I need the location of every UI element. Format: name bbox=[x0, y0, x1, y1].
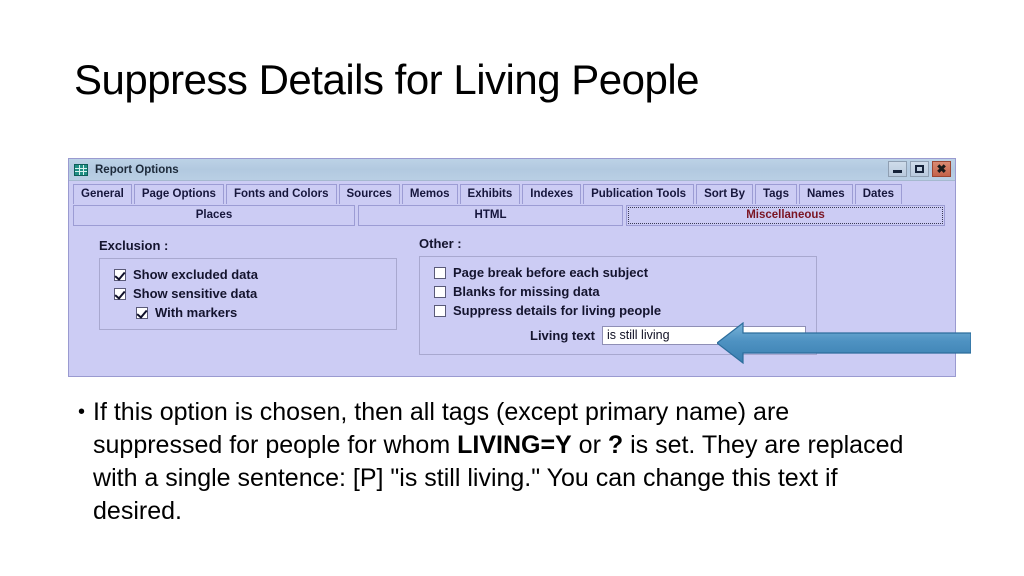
bullet-text-bold-living: LIVING=Y bbox=[457, 431, 572, 459]
tab-exhibits[interactable]: Exhibits bbox=[459, 184, 521, 204]
living-text-input[interactable]: is still living bbox=[602, 326, 806, 345]
label-suppress-details-for-living-people: Suppress details for living people bbox=[453, 303, 662, 318]
close-button[interactable]: ✖ bbox=[932, 161, 951, 177]
maximize-button[interactable] bbox=[910, 161, 929, 177]
grid-table-icon bbox=[74, 163, 88, 176]
label-show-excluded-data: Show excluded data bbox=[133, 267, 258, 282]
maximize-icon bbox=[915, 165, 924, 173]
tab-strip-secondary: Places HTML Miscellaneous bbox=[69, 204, 955, 226]
body-bullet: • If this option is chosen, then all tag… bbox=[78, 396, 938, 528]
checkbox-row-page-break-before-each-subject[interactable]: Page break before each subject bbox=[434, 265, 806, 280]
label-show-sensitive-data: Show sensitive data bbox=[133, 286, 258, 301]
close-icon: ✖ bbox=[936, 162, 947, 176]
tab-tags[interactable]: Tags bbox=[754, 184, 797, 204]
bullet-text: If this option is chosen, then all tags … bbox=[93, 396, 905, 528]
tab-strip-primary: General Page Options Fonts and Colors So… bbox=[69, 181, 955, 204]
miscellaneous-tab-panel: Exclusion : Show excluded data Show sens… bbox=[69, 226, 955, 355]
label-with-markers: With markers bbox=[155, 305, 238, 320]
exclusion-group-label: Exclusion : bbox=[99, 238, 169, 253]
tab-sort-by[interactable]: Sort By bbox=[696, 184, 753, 204]
checkbox-show-excluded-data[interactable] bbox=[114, 269, 126, 281]
report-options-window: Report Options ✖ General Page Options Fo… bbox=[68, 158, 956, 377]
living-text-row: Living text is still living bbox=[434, 326, 806, 345]
living-text-label: Living text bbox=[530, 328, 596, 343]
window-title: Report Options bbox=[95, 163, 179, 176]
tab-dates[interactable]: Dates bbox=[854, 184, 903, 204]
bullet-text-part2: or bbox=[571, 431, 608, 459]
tab-indexes[interactable]: Indexes bbox=[522, 184, 582, 204]
tab-page-options[interactable]: Page Options bbox=[133, 184, 224, 204]
checkbox-with-markers[interactable] bbox=[136, 307, 148, 319]
tab-html[interactable]: HTML bbox=[358, 205, 623, 226]
window-titlebar: Report Options ✖ bbox=[69, 159, 955, 181]
checkbox-row-show-sensitive-data[interactable]: Show sensitive data bbox=[114, 286, 386, 301]
page-title: Suppress Details for Living People bbox=[74, 56, 700, 103]
checkbox-row-with-markers[interactable]: With markers bbox=[114, 305, 386, 320]
checkbox-row-show-excluded-data[interactable]: Show excluded data bbox=[114, 267, 386, 282]
exclusion-section: Exclusion : Show excluded data Show sens… bbox=[99, 238, 397, 330]
checkbox-suppress-details-for-living-people[interactable] bbox=[434, 305, 446, 317]
checkbox-blanks-for-missing-data[interactable] bbox=[434, 286, 446, 298]
tab-publication-tools[interactable]: Publication Tools bbox=[583, 184, 695, 204]
exclusion-group-box: Show excluded data Show sensitive data W… bbox=[99, 258, 397, 330]
tab-general[interactable]: General bbox=[73, 184, 132, 204]
tab-miscellaneous[interactable]: Miscellaneous bbox=[626, 205, 945, 226]
checkbox-row-blanks-for-missing-data[interactable]: Blanks for missing data bbox=[434, 284, 806, 299]
other-section: Other : Page break before each subject B… bbox=[419, 236, 817, 355]
minimize-button[interactable] bbox=[888, 161, 907, 177]
checkbox-show-sensitive-data[interactable] bbox=[114, 288, 126, 300]
tab-places[interactable]: Places bbox=[73, 205, 355, 226]
bullet-text-bold-question: ? bbox=[607, 431, 624, 459]
window-controls: ✖ bbox=[888, 161, 951, 177]
other-group-label: Other : bbox=[419, 236, 462, 251]
tab-names[interactable]: Names bbox=[798, 184, 853, 204]
label-blanks-for-missing-data: Blanks for missing data bbox=[453, 284, 600, 299]
checkbox-row-suppress-details-for-living-people[interactable]: Suppress details for living people bbox=[434, 303, 806, 318]
bullet-marker: • bbox=[78, 401, 86, 423]
checkbox-page-break-before-each-subject[interactable] bbox=[434, 267, 446, 279]
tab-sources[interactable]: Sources bbox=[338, 184, 400, 204]
minimize-icon bbox=[893, 170, 902, 173]
label-page-break-before-each-subject: Page break before each subject bbox=[453, 265, 649, 280]
tab-fonts-and-colors[interactable]: Fonts and Colors bbox=[225, 184, 337, 204]
other-group-box: Page break before each subject Blanks fo… bbox=[419, 256, 817, 355]
tab-memos[interactable]: Memos bbox=[401, 184, 458, 204]
